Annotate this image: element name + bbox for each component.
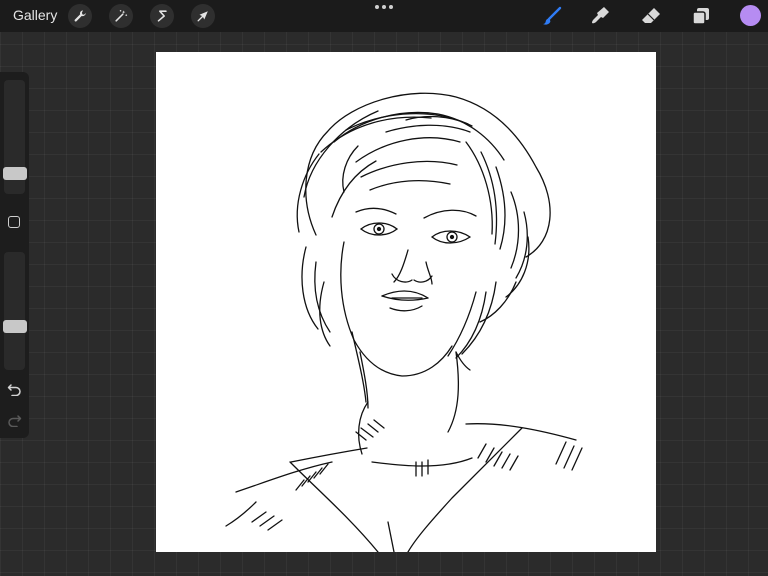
modify-button[interactable] <box>8 216 20 228</box>
drawing-canvas[interactable] <box>156 52 656 553</box>
adjustments-button[interactable] <box>109 4 133 28</box>
redo-icon <box>8 414 22 427</box>
undo-icon <box>7 383 21 396</box>
layers-button[interactable] <box>689 4 713 28</box>
undo-button[interactable] <box>6 382 23 396</box>
dot-icon <box>389 5 393 9</box>
opacity-slider-handle[interactable] <box>3 320 27 333</box>
smudge-icon <box>592 7 609 24</box>
dot-icon <box>382 5 386 9</box>
selection-button[interactable] <box>150 4 174 28</box>
more-options-button[interactable] <box>375 3 393 11</box>
magic-wand-icon <box>115 9 128 22</box>
brush-icon <box>543 6 562 25</box>
top-toolbar: Gallery <box>0 0 768 32</box>
brush-tool-button[interactable] <box>540 4 564 28</box>
brush-size-slider-handle[interactable] <box>3 167 27 180</box>
transform-arrow-icon <box>197 11 208 22</box>
color-picker-button[interactable] <box>740 5 761 26</box>
smudge-tool-button[interactable] <box>589 4 613 28</box>
redo-button[interactable] <box>6 413 23 427</box>
opacity-slider[interactable] <box>4 252 25 370</box>
actions-button[interactable] <box>68 4 92 28</box>
transform-button[interactable] <box>191 4 215 28</box>
dot-icon <box>375 5 379 9</box>
sidebar <box>0 72 29 438</box>
eraser-tool-button[interactable] <box>639 4 663 28</box>
sketch-portrait-drawing <box>225 92 583 553</box>
wrench-icon <box>74 10 86 22</box>
eraser-icon <box>642 8 660 23</box>
gallery-button[interactable]: Gallery <box>13 7 57 23</box>
selection-icon <box>157 10 167 22</box>
layers-icon <box>692 8 709 25</box>
